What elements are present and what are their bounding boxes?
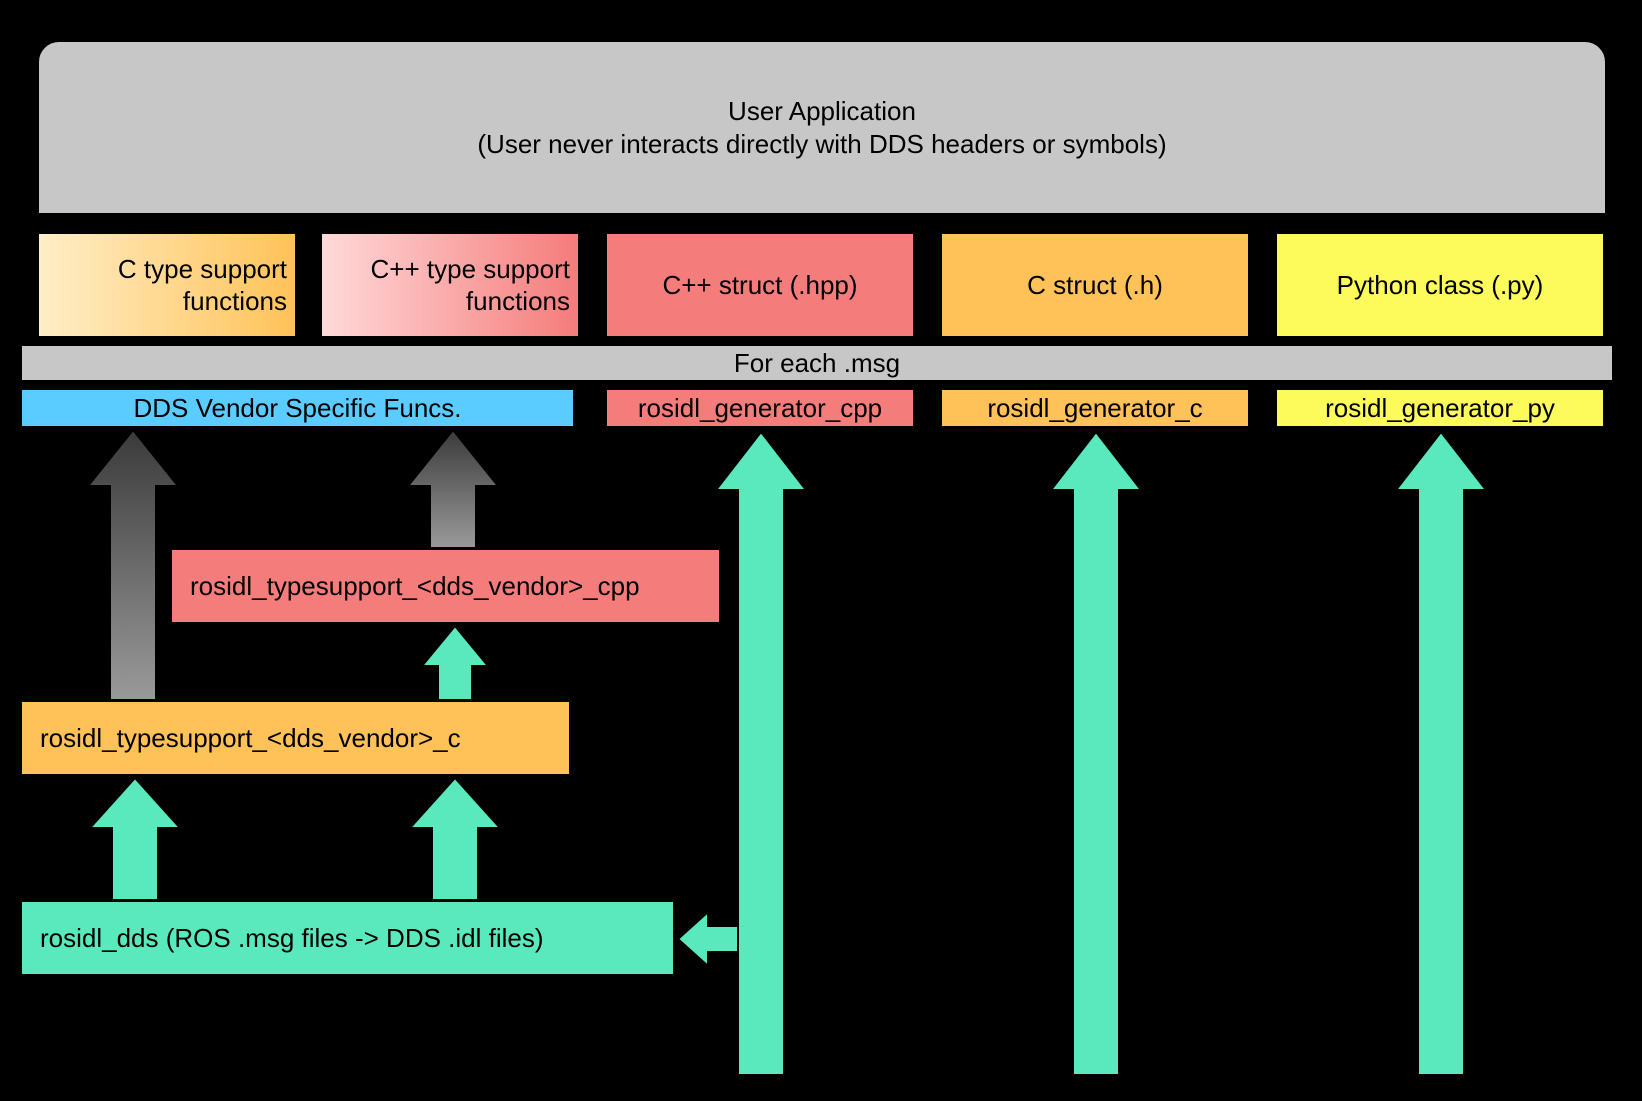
arrow-ts-cpp-to-dds [408,430,498,548]
user-application-title: User Application [728,95,916,128]
rosidl-generator-py-box: rosidl_generator_py [1275,388,1605,428]
rosidl-generator-c-label: rosidl_generator_c [987,392,1202,425]
rosidl-typesupport-cpp-box: rosidl_typesupport_<dds_vendor>_cpp [170,548,721,624]
arrow-msg-py [1396,432,1486,1075]
user-application-box: User Application (User never interacts d… [37,40,1607,215]
cpp-struct-label: C++ struct (.hpp) [662,269,857,302]
rosidl-dds-box: rosidl_dds (ROS .msg files -> DDS .idl f… [20,900,675,976]
arrow-label-msg-py: .msg [1492,828,1548,859]
dds-vendor-funcs-box: DDS Vendor Specific Funcs. [20,388,575,428]
rosidl-generator-py-label: rosidl_generator_py [1325,392,1555,425]
rosidl-generator-c-box: rosidl_generator_c [940,388,1250,428]
cpp-struct-box: C++ struct (.hpp) [605,232,915,338]
c-struct-label: C struct (.h) [1027,269,1163,302]
rosidl-typesupport-cpp-label: rosidl_typesupport_<dds_vendor>_cpp [190,570,640,603]
arrow-ts-c-to-dds [88,430,178,700]
user-application-subtitle: (User never interacts directly with DDS … [477,128,1166,161]
arrow-ts-c-to-ts-cpp [422,626,488,700]
c-type-support-label: C type support functions [47,253,287,318]
rosidl-typesupport-c-box: rosidl_typesupport_<dds_vendor>_c [20,700,571,776]
rosidl-generator-cpp-box: rosidl_generator_cpp [605,388,915,428]
rosidl-dds-label: rosidl_dds (ROS .msg files -> DDS .idl f… [40,922,544,955]
arrow-idl-right [410,778,500,900]
arrow-label-msg-c: .msg [1147,828,1203,859]
rosidl-generator-cpp-label: rosidl_generator_cpp [638,392,882,425]
c-struct-box: C struct (.h) [940,232,1250,338]
for-each-msg-label: For each .msg [734,347,900,380]
cpp-type-support-label: C++ type support functions [330,253,570,318]
arrow-msg-c [1051,432,1141,1075]
cpp-type-support-box: C++ type support functions [320,232,580,338]
arrow-label-msg-cpp: .msg [812,828,868,859]
arrow-label-idl-left: .idl [185,828,218,859]
rosidl-typesupport-c-label: rosidl_typesupport_<dds_vendor>_c [40,722,461,755]
python-class-label: Python class (.py) [1337,269,1544,302]
dds-vendor-funcs-label: DDS Vendor Specific Funcs. [133,392,461,425]
python-class-box: Python class (.py) [1275,232,1605,338]
for-each-msg-bar: For each .msg [20,344,1614,382]
arrow-idl-left [90,778,180,900]
arrow-label-idl-right: .idl [505,828,538,859]
c-type-support-box: C type support functions [37,232,297,338]
arrow-msg-to-rosidl-dds [678,912,738,966]
arrow-msg-cpp [716,432,806,1075]
